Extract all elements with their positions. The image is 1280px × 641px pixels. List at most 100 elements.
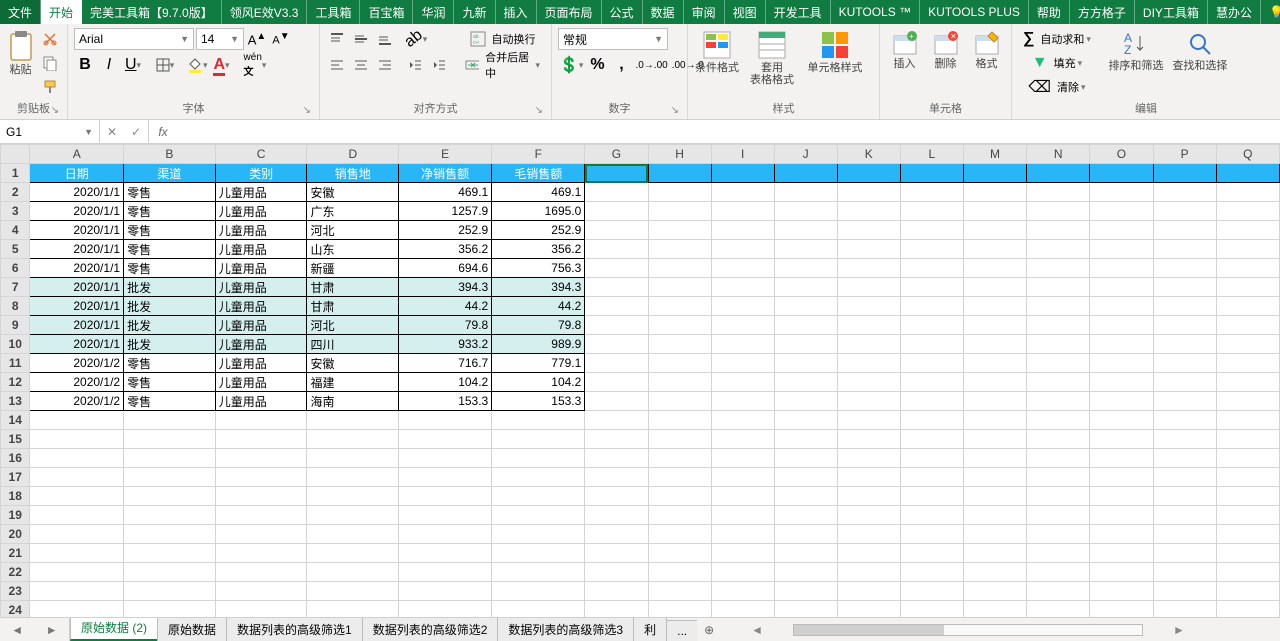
cell[interactable] — [30, 430, 124, 449]
cell[interactable] — [963, 544, 1026, 563]
cell[interactable] — [900, 240, 963, 259]
cell[interactable] — [124, 563, 216, 582]
cell[interactable] — [215, 506, 307, 525]
cell[interactable] — [648, 335, 711, 354]
row-header[interactable]: 1 — [1, 164, 30, 183]
cell[interactable] — [585, 582, 648, 601]
cell[interactable] — [900, 563, 963, 582]
cell[interactable] — [711, 525, 774, 544]
cell[interactable] — [585, 411, 648, 430]
cell[interactable]: 儿童用品 — [215, 373, 307, 392]
cell[interactable] — [1153, 354, 1216, 373]
cell[interactable] — [1090, 316, 1153, 335]
cell[interactable] — [648, 468, 711, 487]
cell[interactable]: 零售 — [124, 259, 216, 278]
borders-button[interactable]: ▾ — [154, 54, 176, 76]
cell[interactable] — [963, 221, 1026, 240]
cell[interactable]: 儿童用品 — [215, 183, 307, 202]
align-bottom-button[interactable] — [374, 28, 396, 50]
comma-button[interactable]: , — [610, 54, 632, 76]
cell[interactable] — [900, 544, 963, 563]
cell[interactable] — [1153, 544, 1216, 563]
number-launcher[interactable]: ↘ — [671, 105, 679, 116]
cell[interactable] — [1216, 392, 1279, 411]
cell[interactable] — [215, 411, 307, 430]
cell[interactable] — [1027, 430, 1090, 449]
cell[interactable] — [648, 601, 711, 618]
scrollbar-thumb[interactable] — [794, 625, 944, 635]
cell[interactable]: 儿童用品 — [215, 354, 307, 373]
tab-toolbox[interactable]: 工具箱 — [307, 0, 360, 24]
clear-button[interactable]: ⌫清除▾ — [1018, 76, 1096, 98]
cell[interactable] — [1216, 411, 1279, 430]
cell[interactable] — [585, 354, 648, 373]
cell[interactable] — [1216, 449, 1279, 468]
cell[interactable] — [1027, 240, 1090, 259]
decrease-indent-button[interactable] — [404, 54, 426, 76]
cell[interactable] — [30, 487, 124, 506]
cell[interactable] — [837, 544, 900, 563]
cell[interactable]: 153.3 — [399, 392, 492, 411]
select-all-corner[interactable] — [1, 145, 30, 164]
cell[interactable] — [1027, 601, 1090, 618]
row-header[interactable]: 19 — [1, 506, 30, 525]
cell[interactable] — [1153, 411, 1216, 430]
cell[interactable]: 394.3 — [492, 278, 585, 297]
cell[interactable] — [774, 525, 837, 544]
tab-fanggezi[interactable]: 方方格子 — [1070, 0, 1135, 24]
cell[interactable]: 儿童用品 — [215, 316, 307, 335]
row-header[interactable]: 8 — [1, 297, 30, 316]
row-header[interactable]: 9 — [1, 316, 30, 335]
cell[interactable] — [774, 335, 837, 354]
cell[interactable] — [711, 373, 774, 392]
row-header[interactable]: 12 — [1, 373, 30, 392]
number-format-select[interactable]: 常规▼ — [558, 28, 668, 50]
cell[interactable] — [585, 335, 648, 354]
cell[interactable] — [963, 487, 1026, 506]
cell[interactable] — [1216, 601, 1279, 618]
cell[interactable] — [711, 601, 774, 618]
format-cells-button[interactable]: 格式 — [968, 28, 1005, 70]
cell[interactable] — [585, 259, 648, 278]
cell[interactable] — [1090, 544, 1153, 563]
cell[interactable] — [124, 544, 216, 563]
cell[interactable]: 儿童用品 — [215, 297, 307, 316]
decrease-font-button[interactable]: A▼ — [270, 28, 292, 50]
cell[interactable] — [1027, 411, 1090, 430]
cell[interactable] — [963, 468, 1026, 487]
cell[interactable] — [711, 544, 774, 563]
cell[interactable]: 44.2 — [492, 297, 585, 316]
cell[interactable] — [900, 316, 963, 335]
column-header[interactable]: Q — [1216, 145, 1279, 164]
cell[interactable] — [1216, 582, 1279, 601]
cell[interactable] — [1027, 392, 1090, 411]
cell[interactable] — [1090, 373, 1153, 392]
cell[interactable] — [399, 563, 492, 582]
scroll-left-button[interactable]: ◄ — [751, 623, 763, 637]
cell[interactable]: 批发 — [124, 278, 216, 297]
cell[interactable]: 716.7 — [399, 354, 492, 373]
cell[interactable] — [963, 202, 1026, 221]
cell[interactable] — [711, 487, 774, 506]
cell[interactable]: 469.1 — [399, 183, 492, 202]
cell[interactable] — [1153, 297, 1216, 316]
cell[interactable]: 2020/1/1 — [30, 259, 124, 278]
cell[interactable] — [1153, 278, 1216, 297]
row-header[interactable]: 15 — [1, 430, 30, 449]
tab-review[interactable]: 审阅 — [684, 0, 725, 24]
cell[interactable] — [399, 601, 492, 618]
cell[interactable]: 儿童用品 — [215, 221, 307, 240]
copy-button[interactable] — [39, 52, 61, 74]
cell[interactable] — [837, 316, 900, 335]
cell[interactable] — [963, 259, 1026, 278]
align-top-button[interactable] — [326, 28, 348, 50]
italic-button[interactable]: I — [98, 54, 120, 76]
cell[interactable] — [1153, 316, 1216, 335]
cell[interactable] — [963, 411, 1026, 430]
cell[interactable] — [399, 525, 492, 544]
cell[interactable] — [963, 430, 1026, 449]
cell[interactable]: 零售 — [124, 240, 216, 259]
cell[interactable] — [1216, 563, 1279, 582]
cell[interactable]: 甘肃 — [307, 297, 399, 316]
cell[interactable] — [399, 544, 492, 563]
